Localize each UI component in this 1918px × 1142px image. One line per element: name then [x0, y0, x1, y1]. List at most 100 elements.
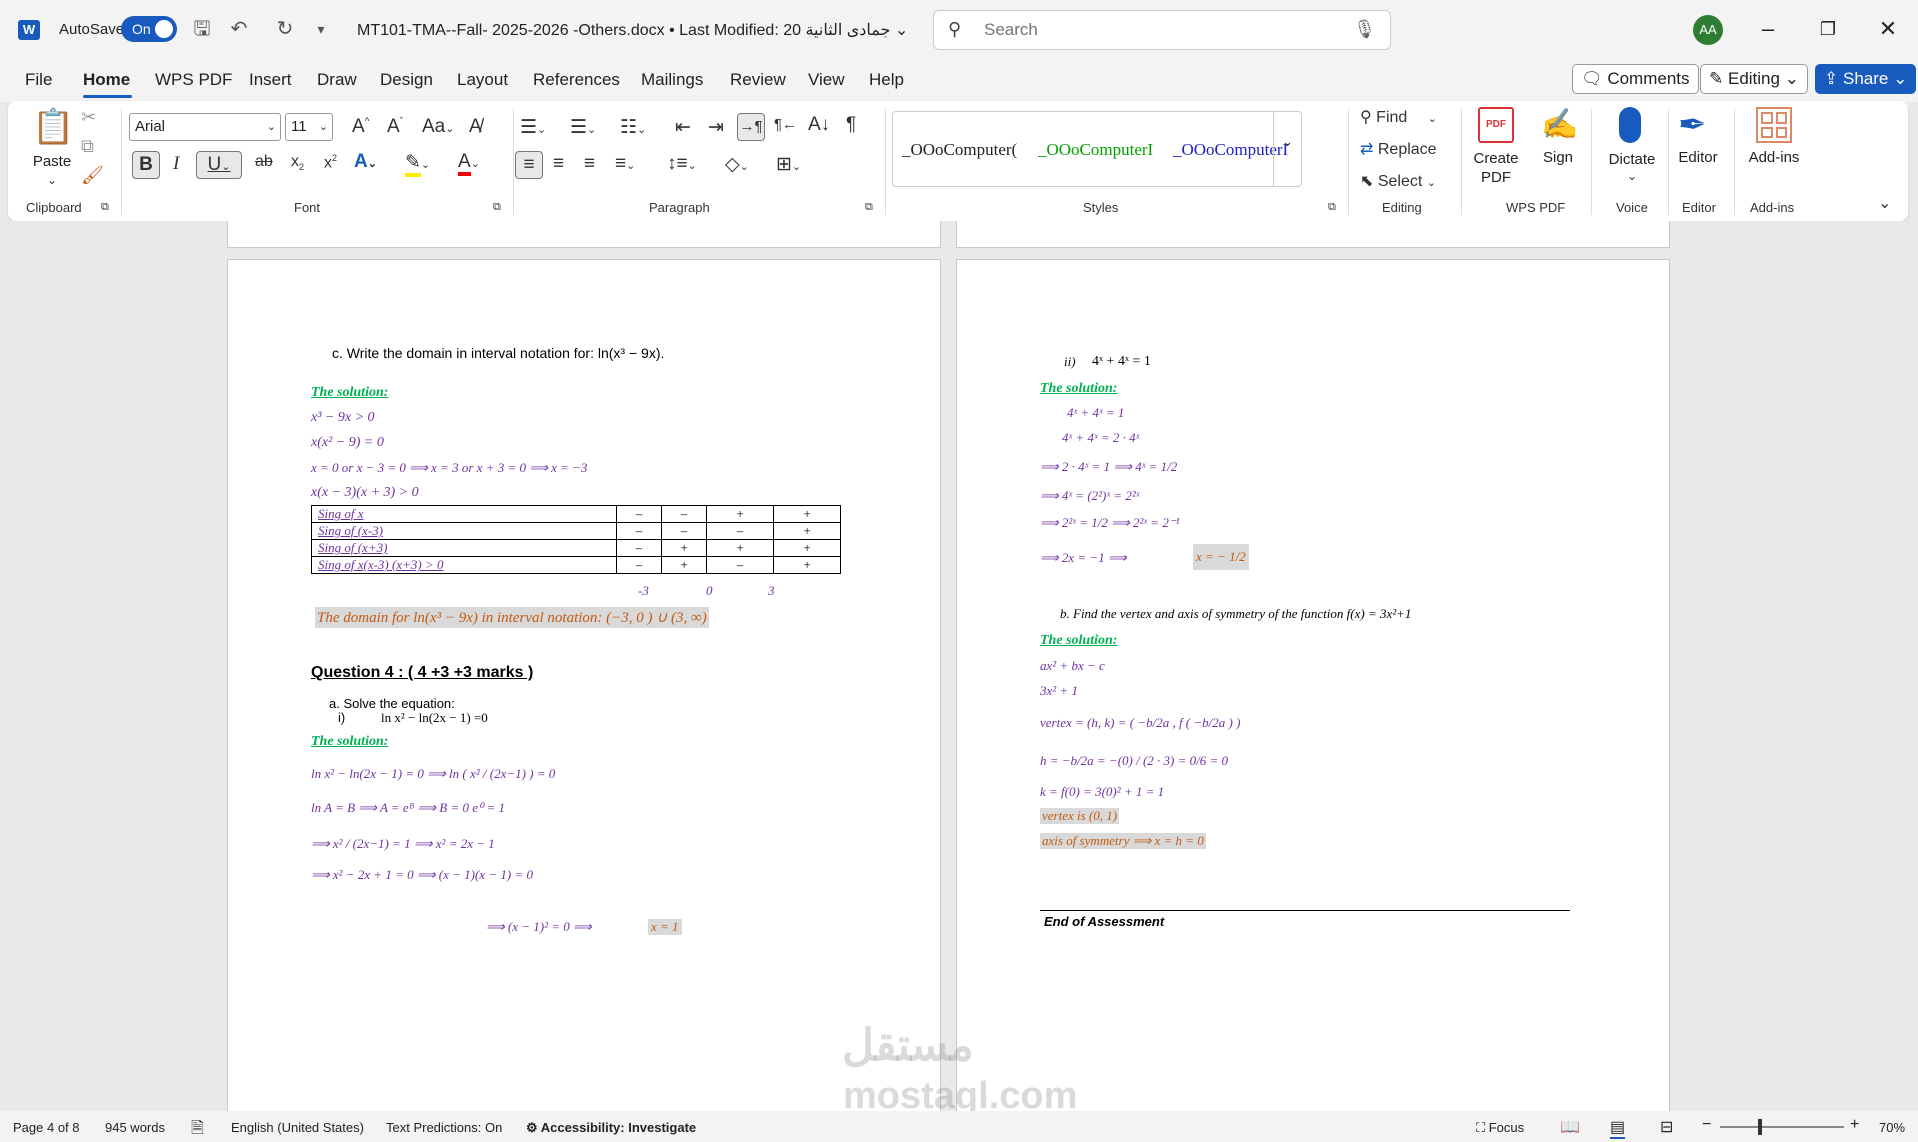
- font-size-select[interactable]: 11 ⌄: [285, 113, 333, 141]
- addins-label[interactable]: Add-ins: [1746, 149, 1802, 166]
- numbering-icon[interactable]: ☰⌄: [570, 116, 596, 139]
- create-pdf-icon[interactable]: PDF: [1478, 107, 1514, 143]
- grow-font-icon[interactable]: A^: [352, 116, 369, 138]
- select-button[interactable]: ⬉ Select ⌄: [1360, 171, 1436, 191]
- restore-icon[interactable]: ❐: [1813, 14, 1843, 44]
- menu-help[interactable]: Help: [869, 70, 904, 90]
- document-area[interactable]: c. Write the domain in interval notation…: [0, 221, 1918, 1111]
- shading-icon[interactable]: ◇⌄: [725, 153, 749, 176]
- font-name-select[interactable]: Arial ⌄: [129, 113, 281, 141]
- addins-icon[interactable]: [1756, 107, 1792, 143]
- focus-button[interactable]: ⛶ Focus: [1476, 1120, 1524, 1136]
- strikethrough-icon[interactable]: ab: [255, 153, 273, 171]
- customize-toolbar-icon[interactable]: ▾: [309, 17, 333, 41]
- create-pdf-label[interactable]: Create PDF: [1470, 149, 1522, 187]
- zoom-out-icon[interactable]: −: [1702, 1116, 1711, 1134]
- chevron-down-icon[interactable]: ⌄: [1605, 169, 1659, 183]
- avatar[interactable]: AA: [1693, 15, 1723, 45]
- dialog-launcher-icon[interactable]: ⧉: [101, 201, 109, 214]
- copy-icon[interactable]: ⧉: [81, 136, 94, 157]
- menu-home[interactable]: Home: [83, 70, 130, 90]
- autosave-toggle[interactable]: On: [121, 16, 177, 42]
- highlight-icon[interactable]: ✎⌄: [405, 151, 430, 177]
- editor-icon[interactable]: ✒: [1678, 105, 1707, 145]
- show-marks-icon[interactable]: ¶: [846, 114, 856, 136]
- collapse-ribbon-icon[interactable]: ⌄: [1878, 193, 1891, 213]
- subscript-icon[interactable]: x2: [291, 153, 304, 172]
- proofing-icon[interactable]: 🗎: [191, 1117, 204, 1142]
- ltr-icon[interactable]: →¶: [737, 113, 765, 141]
- format-painter-icon[interactable]: 🖌: [81, 165, 104, 186]
- text-effects-icon[interactable]: A⌄: [354, 151, 377, 173]
- justify-icon[interactable]: ≡⌄: [615, 153, 635, 175]
- align-right-icon[interactable]: ≡: [584, 153, 595, 175]
- chevron-down-icon[interactable]: ⌄: [32, 173, 72, 187]
- close-icon[interactable]: ✕: [1873, 14, 1903, 44]
- style-item[interactable]: _OOoComputerI: [1173, 140, 1288, 160]
- accessibility-status[interactable]: ⚙ Accessibility: Investigate: [526, 1120, 696, 1136]
- search-box[interactable]: ⚲ 🎙: [933, 10, 1391, 50]
- menu-view[interactable]: View: [808, 70, 845, 90]
- share-button[interactable]: ⇪ Share ⌄: [1815, 64, 1917, 94]
- increase-indent-icon[interactable]: ⇥: [708, 116, 724, 139]
- page-counter[interactable]: Page 4 of 8: [13, 1120, 80, 1135]
- style-item[interactable]: _OOoComputerI: [1038, 140, 1153, 160]
- menu-references[interactable]: References: [533, 70, 620, 90]
- menu-layout[interactable]: Layout: [457, 70, 508, 90]
- zoom-slider-thumb[interactable]: [1758, 1119, 1762, 1135]
- zoom-level[interactable]: 70%: [1879, 1120, 1905, 1135]
- menu-design[interactable]: Design: [380, 70, 433, 90]
- editor-label[interactable]: Editor: [1674, 149, 1722, 166]
- change-case-icon[interactable]: Aa⌄: [422, 116, 454, 138]
- rtl-icon[interactable]: ¶←: [774, 116, 797, 133]
- comments-button[interactable]: 🗨 Comments: [1572, 64, 1699, 94]
- style-item[interactable]: _OOoComputer(: [902, 140, 1017, 160]
- minimize-icon[interactable]: –: [1753, 14, 1783, 44]
- dialog-launcher-icon[interactable]: ⧉: [493, 201, 501, 214]
- microphone-icon[interactable]: 🎙: [1353, 19, 1376, 40]
- text-predictions[interactable]: Text Predictions: On: [386, 1120, 502, 1135]
- multilevel-list-icon[interactable]: ☷⌄: [620, 116, 646, 139]
- styles-more-icon[interactable]: ⌄: [1273, 112, 1301, 186]
- line-spacing-icon[interactable]: ↕≡⌄: [667, 153, 697, 175]
- menu-draw[interactable]: Draw: [317, 70, 357, 90]
- save-icon[interactable]: 🖫: [190, 17, 214, 41]
- dialog-launcher-icon[interactable]: ⧉: [1328, 201, 1336, 214]
- superscript-icon[interactable]: x2: [324, 153, 337, 172]
- menu-review[interactable]: Review: [730, 70, 786, 90]
- undo-icon[interactable]: ↶: [227, 17, 251, 41]
- page-left[interactable]: c. Write the domain in interval notation…: [227, 259, 941, 1111]
- cut-icon[interactable]: ✂: [81, 107, 96, 128]
- word-count[interactable]: 945 words: [105, 1120, 165, 1135]
- menu-file[interactable]: File: [25, 70, 52, 90]
- dictate-label[interactable]: Dictate: [1605, 151, 1659, 168]
- borders-icon[interactable]: ⊞⌄: [776, 153, 801, 176]
- sign-label[interactable]: Sign: [1536, 149, 1580, 166]
- font-color-icon[interactable]: A⌄: [458, 151, 480, 176]
- paste-icon[interactable]: 📋: [32, 107, 74, 147]
- underline-icon[interactable]: U⌄: [196, 151, 242, 179]
- dialog-launcher-icon[interactable]: ⧉: [865, 201, 873, 214]
- bullets-icon[interactable]: ☰⌄: [520, 116, 546, 139]
- microphone-icon[interactable]: [1619, 107, 1641, 143]
- redo-icon[interactable]: ↻: [273, 17, 297, 41]
- decrease-indent-icon[interactable]: ⇤: [675, 116, 691, 139]
- read-mode-icon[interactable]: 📖: [1560, 1117, 1580, 1137]
- bold-icon[interactable]: B: [132, 151, 160, 179]
- web-layout-icon[interactable]: ⊟: [1660, 1117, 1673, 1137]
- sort-icon[interactable]: A↓: [808, 114, 830, 136]
- paste-label[interactable]: Paste: [32, 153, 72, 170]
- search-input[interactable]: [984, 19, 1284, 41]
- replace-button[interactable]: ⇄ Replace: [1360, 139, 1437, 159]
- shrink-font-icon[interactable]: Aˇ: [387, 116, 403, 138]
- sign-icon[interactable]: ✍: [1541, 107, 1578, 142]
- clear-formatting-icon[interactable]: A̸: [469, 116, 482, 138]
- zoom-in-icon[interactable]: +: [1850, 1116, 1859, 1134]
- italic-icon[interactable]: I: [173, 153, 179, 175]
- align-left-icon[interactable]: ≡: [515, 151, 543, 179]
- menu-wps-pdf[interactable]: WPS PDF: [155, 70, 232, 90]
- print-layout-icon[interactable]: ▤: [1610, 1117, 1626, 1139]
- page-right[interactable]: ii) 4ˣ + 4ˣ = 1 The solution: 4ˣ + 4ˣ = …: [956, 259, 1670, 1111]
- find-button[interactable]: ⚲ Find ⌄: [1360, 107, 1437, 127]
- zoom-slider[interactable]: [1720, 1119, 1844, 1135]
